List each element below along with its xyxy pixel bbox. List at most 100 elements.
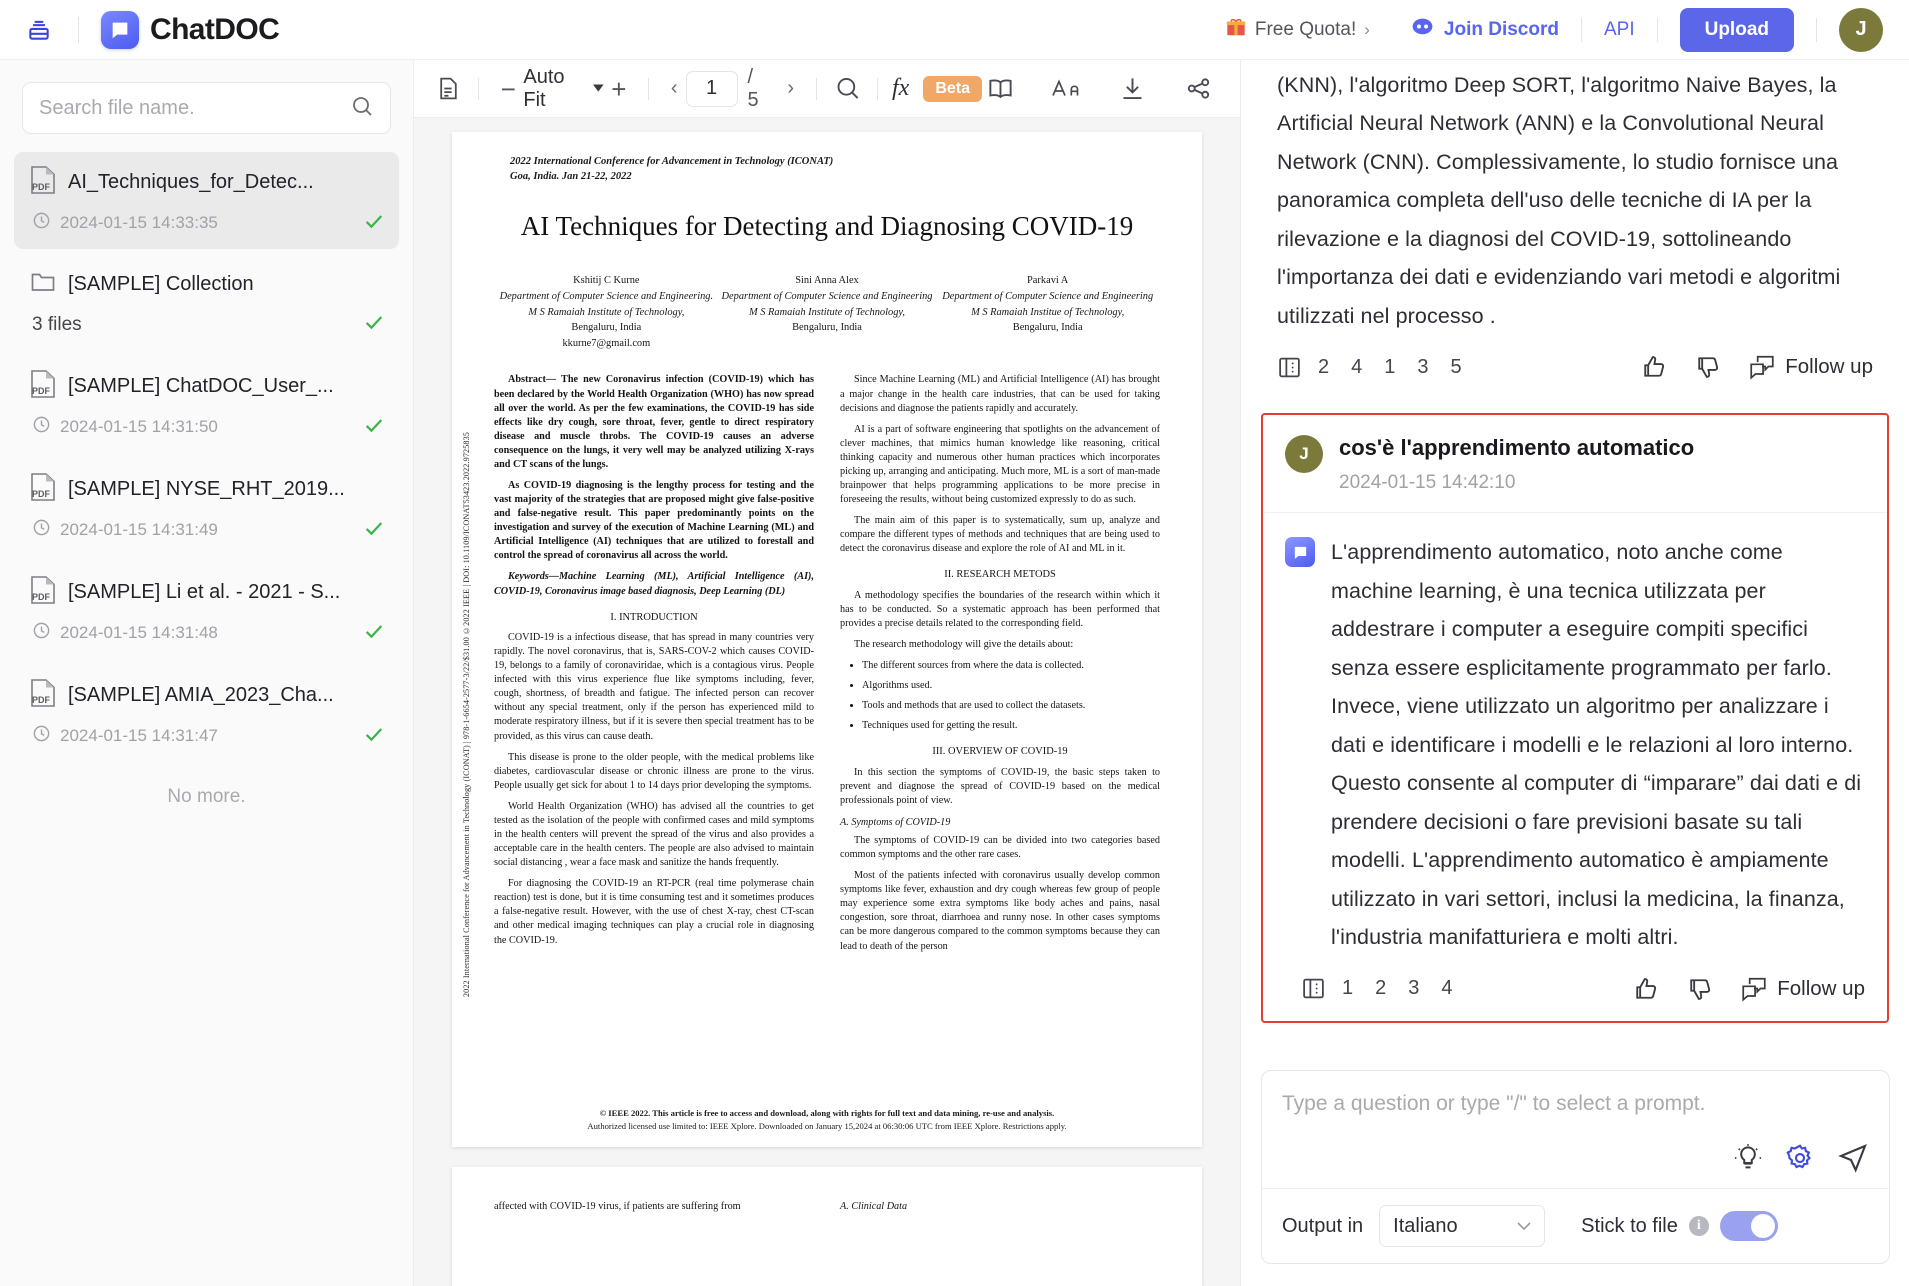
page2-left-text: affected with COVID-19 virus, if patient…	[494, 1200, 741, 1212]
user-avatar[interactable]: J	[1839, 7, 1883, 52]
app-logo[interactable]: ChatDOC	[101, 10, 280, 49]
collapse-sidebar-icon[interactable]	[22, 13, 56, 47]
zoom-in-button[interactable]: +	[604, 76, 634, 102]
highlighted-qa-block: J cos'è l'apprendimento automatico 2024-…	[1261, 413, 1889, 1023]
file-item-4[interactable]: PDF [SAMPLE] Li et al. - 2021 - S... 202…	[14, 562, 399, 659]
methods-bullet-list: The different sources from where the dat…	[862, 659, 1160, 733]
page-thumbnail-icon[interactable]	[432, 71, 464, 107]
section-heading-introduction: I. INTRODUCTION	[610, 611, 698, 623]
footer-line-2: Authorized licensed use limited to: IEEE…	[587, 1121, 1067, 1132]
thumbs-up-icon[interactable]	[1640, 353, 1668, 381]
send-button[interactable]	[1837, 1142, 1869, 1174]
right-paragraph-3: The main aim of this paper is to systema…	[840, 515, 1160, 555]
file-time: 2024-01-15 14:31:49	[60, 520, 218, 539]
share-icon[interactable]	[1180, 71, 1216, 107]
toggle-knob	[1750, 1214, 1775, 1238]
output-language-select[interactable]: Italiano	[1379, 1205, 1546, 1247]
processed-check-icon	[363, 620, 385, 647]
follow-up-label: Follow up	[1777, 976, 1865, 1000]
file-item-3[interactable]: PDF [SAMPLE] NYSE_RHT_2019... 2024-01-15…	[14, 459, 399, 556]
chevron-down-icon	[593, 84, 604, 92]
citation-chip[interactable]: 4	[1351, 356, 1362, 379]
page-number-input[interactable]: 1	[685, 70, 738, 107]
paper-title: AI Techniques for Detecting and Diagnosi…	[520, 211, 1134, 242]
source-reference-icon[interactable]	[1301, 976, 1326, 1001]
assistant-icon	[1285, 537, 1315, 568]
zoom-level-dropdown[interactable]: Auto Fit	[523, 66, 604, 112]
chat-messages[interactable]: (KNN), l'algoritmo Deep SORT, l'algoritm…	[1241, 60, 1909, 1072]
file-meta: 2024-01-15 14:33:35	[30, 211, 383, 235]
free-quota-button[interactable]: Free Quota! ›	[1225, 16, 1370, 43]
clock-icon	[32, 621, 51, 645]
processed-check-icon	[363, 517, 385, 544]
composer-icons	[1262, 1136, 1889, 1188]
citation-chip[interactable]: 1	[1342, 977, 1353, 1000]
previous-page-button[interactable]: ‹	[663, 77, 686, 100]
file-item-5[interactable]: PDF [SAMPLE] AMIA_2023_Cha... 2024-01-15…	[14, 665, 399, 762]
citation-chip[interactable]: 5	[1451, 356, 1462, 379]
file-row: PDF [SAMPLE] NYSE_RHT_2019...	[30, 473, 383, 506]
pdf-page-2: affected with COVID-19 virus, if patient…	[452, 1166, 1202, 1286]
bullet-3: Techniques used for getting the result.	[862, 719, 1160, 733]
file-meta: 2024-01-15 14:31:49	[30, 518, 383, 542]
follow-up-button[interactable]: Follow up	[1748, 354, 1873, 381]
file-name: [SAMPLE] ChatDOC_User_...	[68, 375, 334, 397]
file-meta: 2024-01-15 14:31:50	[30, 415, 383, 439]
abstract-paragraph-2: As COVID-19 diagnosing is the lengthy pr…	[494, 479, 814, 562]
author-city: Bengaluru, India	[1012, 322, 1083, 334]
paper-columns: Abstract— The new Coronavirus infection …	[482, 373, 1172, 960]
info-icon[interactable]: i	[1688, 1216, 1709, 1236]
thumbs-up-icon[interactable]	[1632, 975, 1660, 1003]
question-input[interactable]	[1282, 1089, 1869, 1119]
file-meta: 2024-01-15 14:31:48	[30, 621, 383, 645]
file-item-1[interactable]: [SAMPLE] Collection 3 files	[14, 255, 399, 350]
right-paragraph-2: AI is a part of software engineering tha…	[840, 423, 1160, 506]
upload-button[interactable]: Upload	[1679, 7, 1794, 52]
pdf-file-icon: PDF	[30, 576, 56, 609]
source-reference-icon[interactable]	[1277, 355, 1302, 380]
citation-chip[interactable]: 3	[1417, 356, 1428, 379]
subsection-a-symptoms: A. Symptoms of COVID-19	[840, 816, 951, 828]
join-discord-button[interactable]: Join Discord	[1410, 15, 1559, 45]
stick-to-file-group: Stick to file i	[1581, 1211, 1778, 1241]
zoom-out-button[interactable]: −	[493, 76, 523, 102]
citation-chip[interactable]: 3	[1408, 977, 1419, 1000]
thumbs-down-icon[interactable]	[1686, 975, 1714, 1003]
thumbs-down-icon[interactable]	[1694, 353, 1722, 381]
folder-file-count: 3 files	[32, 314, 82, 335]
pdf-scroll-area[interactable]: 2022 International Conference for Advanc…	[414, 118, 1240, 1286]
download-icon[interactable]	[1114, 71, 1150, 107]
chevron-down-icon	[1517, 1221, 1531, 1230]
book-mode-icon[interactable]	[982, 71, 1018, 107]
divider	[1816, 17, 1817, 42]
processed-check-icon	[363, 723, 385, 750]
chat-pane: (KNN), l'algoritmo Deep SORT, l'algoritm…	[1240, 60, 1909, 1286]
conference-header: 2022 International Conference for Advanc…	[510, 154, 1172, 184]
top-bar: ChatDOC Free Quota! › Join Discord API U…	[0, 0, 1909, 60]
settings-gear-icon[interactable]	[1785, 1143, 1815, 1173]
citation-chip[interactable]: 2	[1375, 977, 1386, 1000]
citation-chip[interactable]: 2	[1318, 356, 1329, 379]
citation-chip[interactable]: 4	[1441, 977, 1452, 1000]
file-item-2[interactable]: PDF [SAMPLE] ChatDOC_User_... 2024-01-15…	[14, 356, 399, 453]
no-more-label: No more.	[167, 786, 246, 807]
search-icon[interactable]	[350, 94, 374, 123]
search-box[interactable]	[22, 82, 391, 134]
file-item-0[interactable]: PDF AI_Techniques_for_Detec... 2024-01-1…	[14, 152, 399, 249]
formula-tool-button[interactable]: fx	[892, 75, 909, 102]
stick-to-file-toggle[interactable]	[1719, 1211, 1778, 1241]
paper-column-right: Since Machine Learning (ML) and Artifici…	[840, 373, 1160, 960]
composer: Output in Italiano Stick to file i	[1261, 1070, 1890, 1264]
api-link[interactable]: API	[1604, 19, 1635, 41]
total-pages-label: / 5	[747, 65, 759, 111]
follow-up-button[interactable]: Follow up	[1740, 976, 1865, 1002]
citation-chip[interactable]: 1	[1384, 356, 1395, 379]
keywords: Keywords—Machine Learning (ML), Artifici…	[494, 571, 814, 597]
prompt-suggestion-icon[interactable]	[1733, 1143, 1763, 1173]
font-size-icon[interactable]	[1048, 71, 1084, 107]
next-page-button[interactable]: ›	[779, 77, 802, 100]
clock-icon	[32, 724, 51, 748]
search-in-document-icon[interactable]	[831, 71, 863, 107]
search-input[interactable]	[39, 96, 350, 120]
previous-answer-text: (KNN), l'algoritmo Deep SORT, l'algoritm…	[1277, 73, 1841, 328]
